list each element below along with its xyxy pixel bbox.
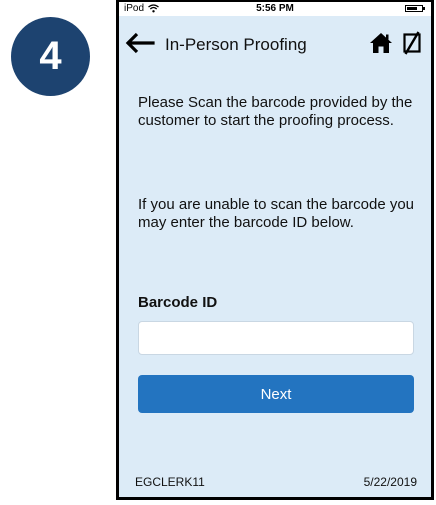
home-icon[interactable]: [369, 32, 393, 54]
barcode-id-label: Barcode ID: [138, 294, 218, 311]
nav-bar: In-Person Proofing: [119, 16, 431, 70]
barcode-id-input[interactable]: [138, 321, 414, 355]
user-id-label: EGCLERK11: [135, 475, 205, 489]
next-button[interactable]: Next: [138, 375, 414, 413]
instructions: Please Scan the barcode provided by the …: [138, 94, 415, 231]
instruction-scan: Please Scan the barcode provided by the …: [138, 94, 413, 129]
battery-icon: [405, 5, 425, 12]
tutorial-page: 4 iPod 5:56 PM In-Person Proofing Please…: [0, 0, 436, 505]
sync-disabled-icon[interactable]: [402, 31, 422, 55]
date-label: 5/22/2019: [363, 475, 417, 489]
nav-title: In-Person Proofing: [165, 35, 307, 54]
step-number-badge: 4: [11, 17, 90, 96]
status-bar: iPod 5:56 PM: [119, 2, 431, 16]
back-arrow-icon[interactable]: [125, 32, 155, 54]
app-screen: iPod 5:56 PM In-Person Proofing Please S…: [119, 2, 431, 497]
step-number: 4: [39, 34, 62, 78]
status-time: 5:56 PM: [256, 3, 294, 14]
instruction-manual-entry: If you are unable to scan the barcode yo…: [138, 196, 415, 231]
phone-frame: iPod 5:56 PM In-Person Proofing Please S…: [116, 0, 434, 500]
